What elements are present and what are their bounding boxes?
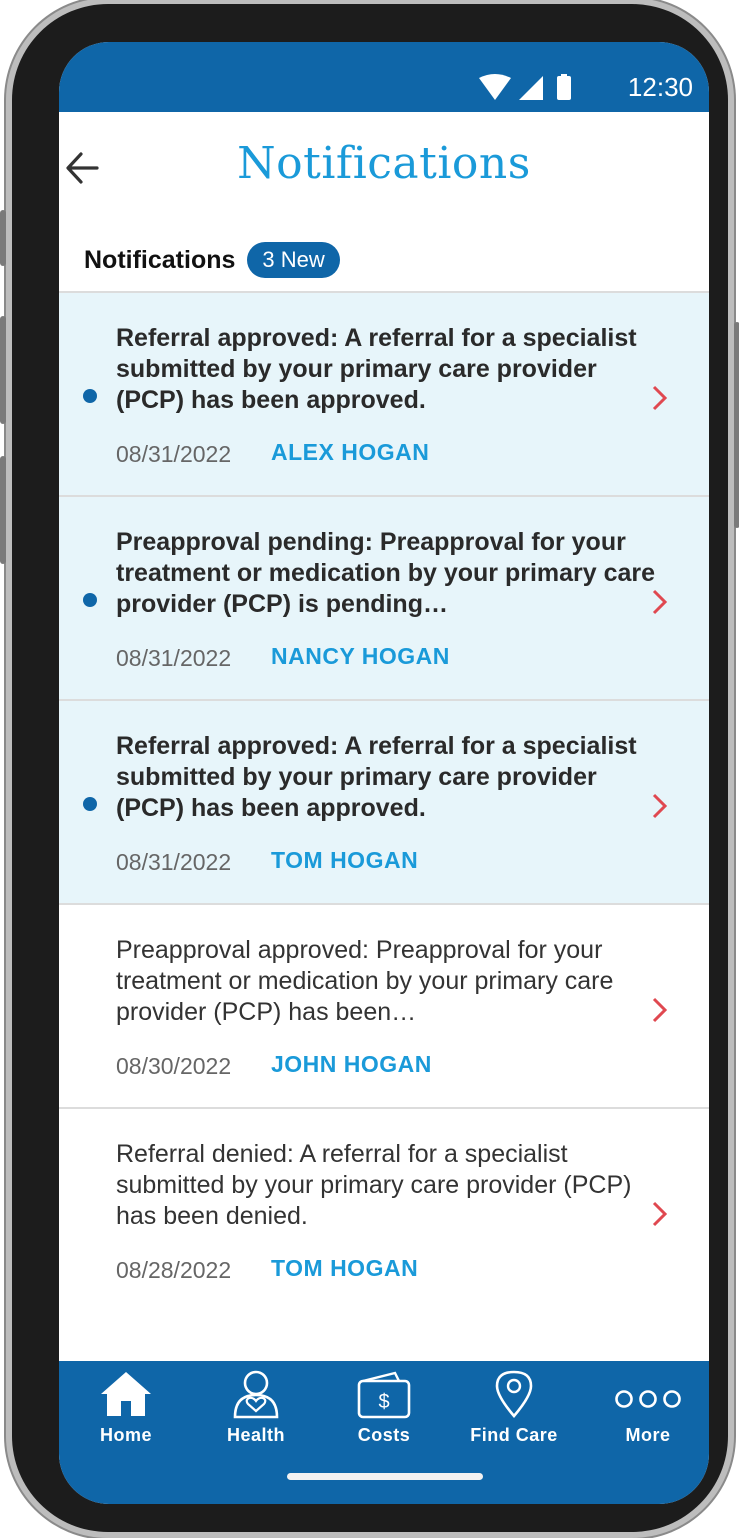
phone-side-button [0, 456, 6, 564]
home-indicator[interactable] [287, 1473, 483, 1480]
chevron-right-icon [652, 589, 668, 615]
nav-label: Find Care [470, 1425, 558, 1445]
notification-list: Referral approved: A referral for a spec… [59, 291, 709, 1311]
section-label: Notifications [84, 245, 236, 274]
location-pin-icon [495, 1370, 533, 1419]
notification-date: 08/30/2022 [116, 1053, 232, 1079]
chevron-right-icon [652, 793, 668, 819]
phone-side-button [0, 210, 6, 266]
nav-more[interactable]: More [593, 1369, 703, 1449]
more-icon [615, 1390, 681, 1408]
notification-member-name: JOHN HOGAN [271, 1051, 432, 1077]
notification-date: 08/31/2022 [116, 441, 232, 467]
nav-label: Costs [357, 1425, 411, 1445]
notification-date: 08/28/2022 [116, 1257, 232, 1283]
unread-dot [83, 593, 97, 607]
nav-label: Home [99, 1425, 152, 1445]
costs-icon: $ [357, 1371, 411, 1419]
notification-message: Preapproval approved: Preapproval for yo… [116, 936, 614, 1026]
phone-side-button [0, 316, 6, 424]
nav-find-care[interactable]: Find Care [459, 1369, 569, 1449]
notification-member-name: ALEX HOGAN [271, 439, 430, 465]
notification-date: 08/31/2022 [116, 849, 232, 875]
notification-date: 08/31/2022 [116, 645, 232, 671]
new-count-badge: 3 New [247, 242, 340, 278]
notification-item[interactable]: Referral approved: A referral for a spec… [59, 291, 709, 495]
nav-health[interactable]: Health [201, 1369, 311, 1449]
notification-item[interactable]: Referral denied: A referral for a specia… [59, 1107, 709, 1311]
status-icons [479, 74, 571, 100]
section-header: Notifications 3 New [84, 240, 340, 280]
phone-power-button [734, 322, 739, 528]
notification-member-name: NANCY HOGAN [271, 643, 450, 669]
health-icon [233, 1370, 279, 1419]
nav-costs[interactable]: $ Costs [329, 1369, 439, 1449]
signal-icon [519, 76, 543, 100]
notification-item[interactable]: Preapproval pending: Preapproval for you… [59, 495, 709, 699]
notification-message: Referral approved: A referral for a spec… [116, 324, 637, 414]
unread-dot [83, 389, 97, 403]
notification-message: Preapproval pending: Preapproval for you… [116, 528, 656, 618]
status-time: 12:30 [627, 72, 693, 102]
phone-frame: 12:30 Notifications Notifications 3 New … [0, 4, 739, 1532]
notification-message: Referral approved: A referral for a spec… [116, 732, 637, 822]
home-icon [101, 1372, 151, 1416]
notification-item[interactable]: Preapproval approved: Preapproval for yo… [59, 903, 709, 1107]
unread-dot [83, 797, 97, 811]
bottom-nav: Home Health $ Costs Find Care More [59, 1361, 709, 1504]
chevron-right-icon [652, 385, 668, 411]
notification-member-name: TOM HOGAN [271, 1255, 419, 1281]
chevron-right-icon [652, 997, 668, 1023]
battery-icon [557, 76, 571, 100]
chevron-right-icon [652, 1201, 668, 1227]
page-title: Notifications [237, 138, 531, 189]
notification-item[interactable]: Referral approved: A referral for a spec… [59, 699, 709, 903]
page-header: Notifications [59, 112, 709, 222]
wifi-icon [479, 74, 511, 100]
status-bar: 12:30 [59, 42, 709, 112]
nav-home[interactable]: Home [71, 1369, 181, 1449]
nav-label: Health [226, 1425, 285, 1445]
svg-text:$: $ [378, 1391, 389, 1413]
phone-screen: 12:30 Notifications Notifications 3 New … [59, 42, 709, 1504]
notification-message: Referral denied: A referral for a specia… [116, 1140, 632, 1230]
nav-label: More [625, 1425, 671, 1445]
notification-member-name: TOM HOGAN [271, 847, 419, 873]
